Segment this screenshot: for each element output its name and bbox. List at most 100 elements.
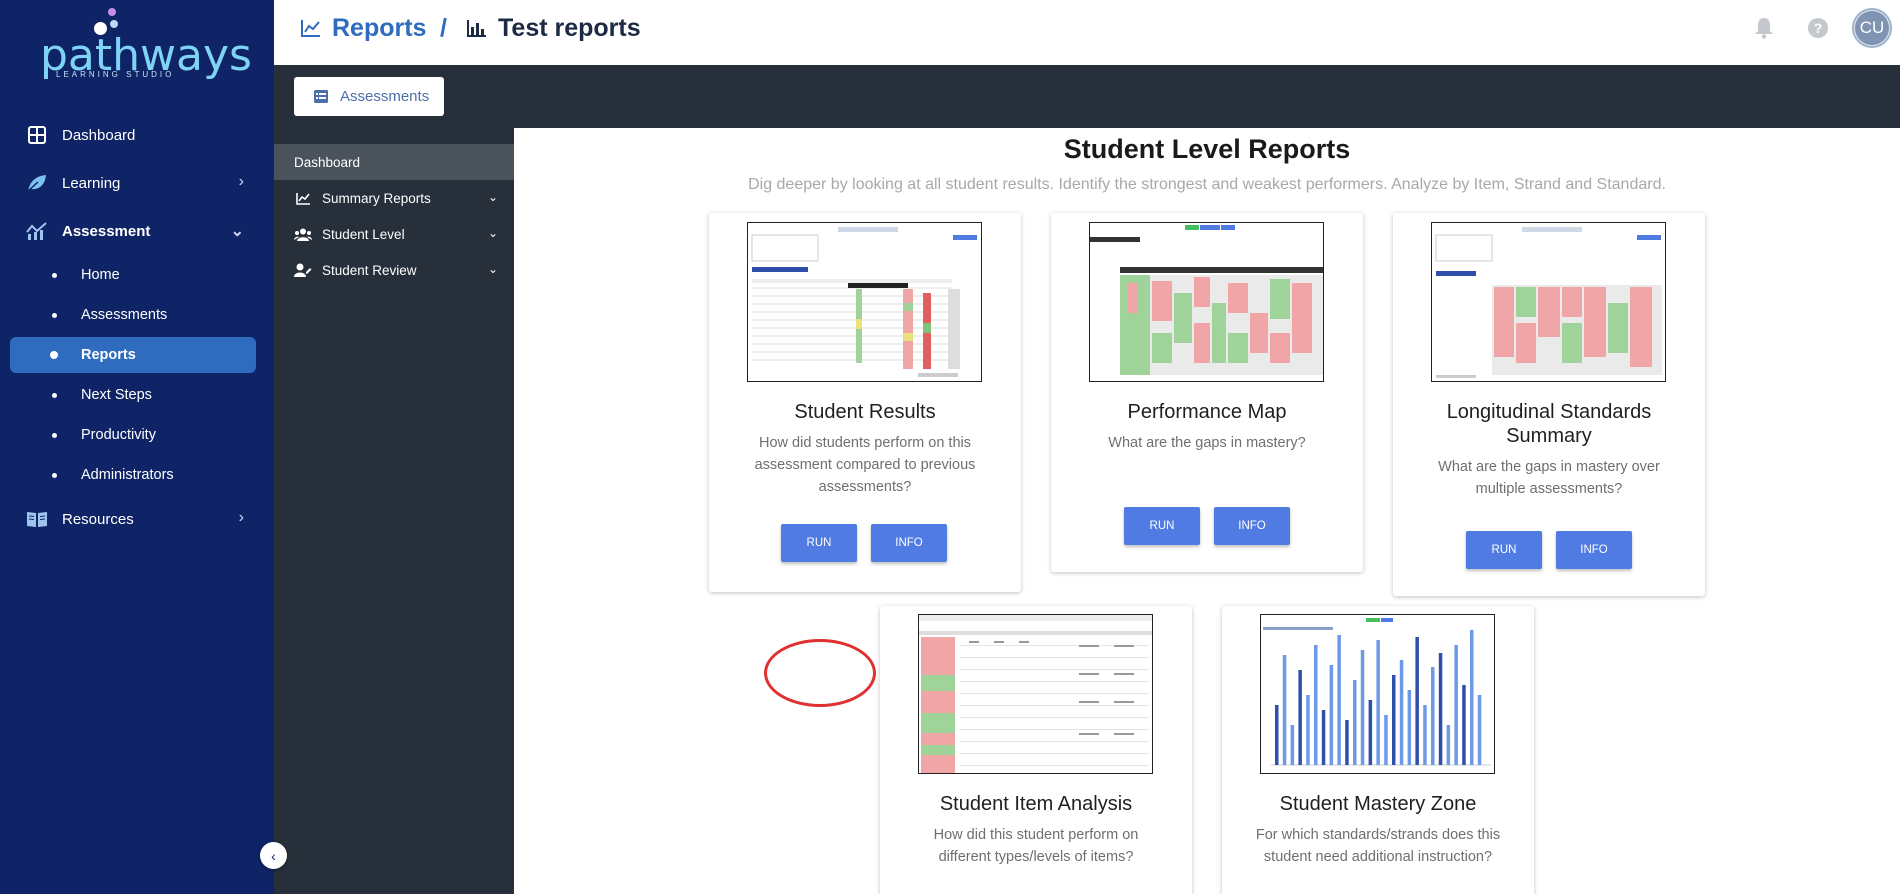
- leaf-icon: [22, 173, 52, 193]
- preview-bar: [1314, 645, 1318, 765]
- card-title: Student Item Analysis: [939, 793, 1133, 815]
- sidebar-subitem-label: Home: [81, 267, 120, 283]
- breadcrumb-reports[interactable]: Reports: [300, 14, 426, 42]
- preview-bar: [1368, 700, 1373, 765]
- logo-dot: [110, 20, 118, 28]
- chevron-down-icon: ⌄: [230, 223, 244, 240]
- bullet-icon: [52, 432, 57, 438]
- report-preview-thumbnail: [1089, 222, 1324, 382]
- preview-bar: [1329, 665, 1334, 765]
- card-title: Longitudinal Standards Summary: [1446, 401, 1652, 447]
- preview-bar: [1446, 725, 1451, 765]
- sidebar-item-label: Dashboard: [62, 126, 136, 144]
- main-sidebar: pathways LEARNING STUDIO Dashboard Learn…: [0, 0, 274, 894]
- top-header: Reports / Test reports ? CU: [274, 0, 1900, 65]
- preview-bar: [1298, 670, 1302, 765]
- sidebar-item-resources[interactable]: Resources ›: [10, 501, 256, 537]
- book-icon: [22, 510, 52, 528]
- notifications-bell-icon[interactable]: [1750, 14, 1778, 42]
- run-button[interactable]: RUN: [1124, 507, 1200, 545]
- chevron-down-icon: ⌄: [487, 226, 498, 240]
- preview-bar: [1376, 640, 1380, 765]
- tab-strip: Assessments: [274, 65, 1900, 128]
- sidebar-subitem-productivity[interactable]: Productivity: [10, 417, 256, 453]
- info-button[interactable]: INFO: [1214, 507, 1290, 545]
- info-button[interactable]: INFO: [1556, 531, 1632, 569]
- chart-icon: [22, 222, 52, 240]
- report-card-student-item-analysis: Student Item Analysis How did this stude…: [880, 606, 1192, 894]
- run-button-highlight-circle: [764, 639, 876, 707]
- preview-bar: [1470, 630, 1474, 765]
- card-description: How did students perform on this assessm…: [754, 435, 976, 495]
- bullet-icon: [52, 312, 57, 318]
- sidebar-subitem-label: Administrators: [81, 467, 174, 483]
- sidebar-item-assessment[interactable]: Assessment ⌄: [10, 213, 256, 249]
- chevron-right-icon: ›: [238, 509, 244, 526]
- line-chart-icon: [292, 192, 314, 205]
- preview-bar: [1360, 650, 1365, 765]
- page-title: Test reports: [498, 13, 641, 42]
- preview-bar: [1415, 637, 1419, 765]
- preview-bar: [1431, 667, 1435, 765]
- sidebar-item-dashboard[interactable]: Dashboard: [10, 117, 256, 153]
- preview-bar: [1321, 710, 1326, 765]
- pathways-logo[interactable]: pathways LEARNING STUDIO: [30, 8, 252, 81]
- report-card-performance-map: Performance Map What are the gaps in mas…: [1051, 213, 1363, 572]
- sidebar-item-label: Resources: [62, 510, 134, 528]
- bullet-icon: [50, 351, 58, 359]
- subnav-label: Student Level: [322, 226, 405, 242]
- tab-label: Assessments: [340, 88, 430, 105]
- card-description: What are the gaps in mastery over multip…: [1438, 459, 1660, 497]
- subnav-dashboard[interactable]: Dashboard: [274, 144, 514, 180]
- user-edit-icon: [292, 263, 314, 277]
- collapse-sidebar-button[interactable]: ‹: [260, 842, 287, 869]
- report-card-student-mastery-zone: Student Mastery Zone For which standards…: [1222, 606, 1534, 894]
- sidebar-subitem-label: Assessments: [81, 307, 168, 323]
- sidebar-item-label: Assessment: [62, 222, 151, 240]
- preview-bar: [1477, 695, 1482, 765]
- card-description: How did this student perform on differen…: [933, 827, 1139, 865]
- chevron-right-icon: ›: [238, 173, 244, 190]
- preview-bar: [1438, 653, 1443, 765]
- bullet-icon: [52, 472, 57, 478]
- subnav-student-review[interactable]: Student Review ⌄: [274, 252, 514, 288]
- run-button[interactable]: RUN: [781, 524, 857, 562]
- preview-bar: [1337, 635, 1341, 765]
- section-title: Student Level Reports: [1063, 134, 1351, 164]
- card-description: What are the gaps in mastery?: [1108, 435, 1306, 451]
- sidebar-subitem-assessments[interactable]: Assessments: [10, 297, 256, 333]
- card-title: Performance Map: [1127, 401, 1287, 423]
- preview-bar: [1384, 715, 1388, 765]
- info-button[interactable]: INFO: [871, 524, 947, 562]
- sidebar-subitem-reports[interactable]: Reports: [10, 337, 256, 373]
- preview-bar: [1399, 660, 1404, 765]
- subnav-student-level[interactable]: Student Level ⌄: [274, 216, 514, 252]
- reports-subnav: Dashboard Summary Reports ⌄ Student Leve…: [274, 128, 514, 894]
- sidebar-subitem-home[interactable]: Home: [10, 257, 256, 293]
- tab-assessments[interactable]: Assessments: [294, 77, 444, 116]
- logo-dot: [108, 8, 116, 16]
- card-description: For which standards/strands does this st…: [1255, 827, 1501, 865]
- user-avatar[interactable]: CU: [1852, 8, 1892, 48]
- list-icon: [314, 90, 328, 103]
- bullet-icon: [52, 272, 57, 278]
- help-icon[interactable]: ?: [1804, 14, 1832, 42]
- run-button[interactable]: RUN: [1466, 531, 1542, 569]
- card-title: Student Mastery Zone: [1279, 793, 1477, 815]
- subnav-summary-reports[interactable]: Summary Reports ⌄: [274, 180, 514, 216]
- preview-bar: [1345, 720, 1349, 765]
- report-card-student-results: Student Results How did students perform…: [709, 213, 1021, 592]
- breadcrumb-label: Reports: [332, 13, 427, 42]
- report-preview-thumbnail: [747, 222, 982, 382]
- subnav-label: Student Review: [322, 262, 417, 278]
- report-card-longitudinal-standards: Longitudinal Standards Summary What are …: [1393, 213, 1705, 596]
- card-title: Student Results: [794, 401, 936, 423]
- preview-bar: [1423, 705, 1427, 765]
- sidebar-item-label: Learning: [62, 174, 121, 192]
- preview-bar: [1407, 690, 1412, 765]
- sidebar-subitem-next-steps[interactable]: Next Steps: [10, 377, 256, 413]
- sidebar-item-learning[interactable]: Learning ›: [10, 165, 256, 201]
- sidebar-subitem-administrators[interactable]: Administrators: [10, 457, 256, 493]
- report-preview-thumbnail: [1260, 614, 1495, 774]
- bar-chart-icon: [467, 20, 486, 37]
